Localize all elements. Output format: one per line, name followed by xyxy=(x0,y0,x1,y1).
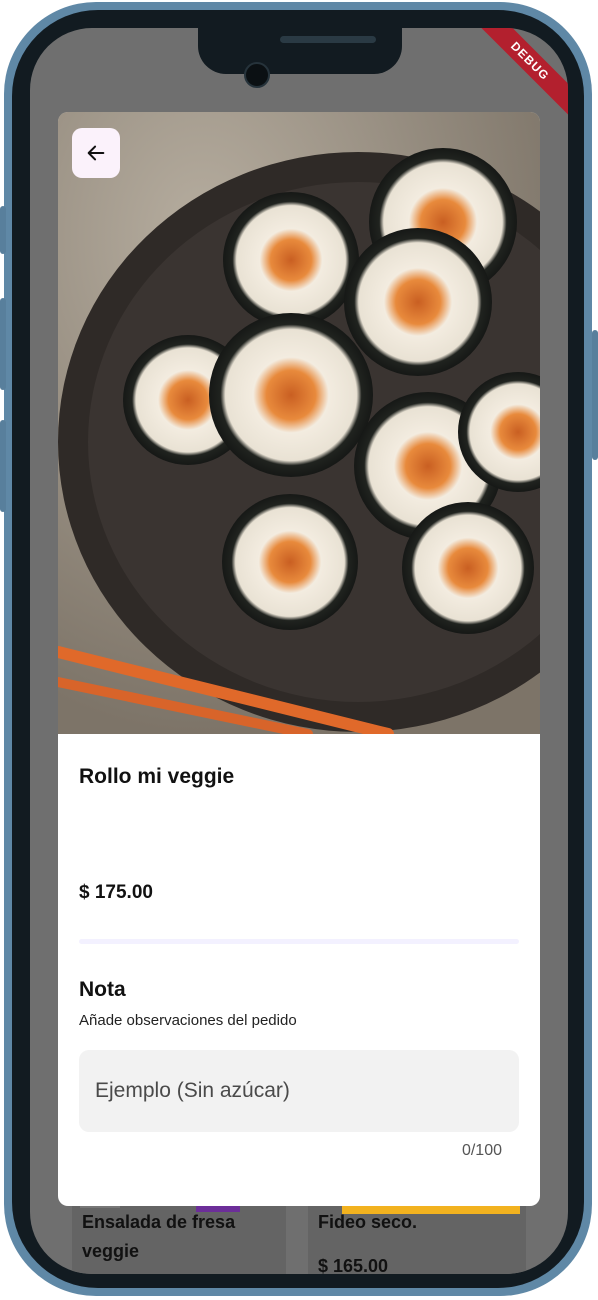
arrow-left-icon xyxy=(87,145,105,161)
product-name: Rollo mi veggie xyxy=(79,765,235,788)
product-price: $ 175.00 xyxy=(79,882,153,903)
note-title: Nota xyxy=(79,978,126,1001)
volume-down-button xyxy=(0,420,6,512)
note-subtitle: Añade observaciones del pedido xyxy=(79,1012,297,1029)
menu-item-card[interactable]: Ensalada de fresa veggie xyxy=(72,1202,286,1274)
menu-item-name: Ensalada de fresa veggie xyxy=(82,1212,236,1261)
front-camera xyxy=(244,62,270,88)
sushi-rolls-photo xyxy=(58,112,540,734)
phone-notch xyxy=(198,28,402,74)
sushi-illustration xyxy=(58,112,540,734)
app-screen: Ensalada de fresa veggie Fideo seco. $ 1… xyxy=(30,28,568,1274)
note-input[interactable] xyxy=(79,1050,519,1132)
character-counter: 0/100 xyxy=(461,1142,502,1159)
earpiece-speaker xyxy=(280,36,376,43)
product-detail-dialog: Rollo mi veggie $ 175.00 Nota Añade obse… xyxy=(58,112,540,1206)
section-divider xyxy=(79,939,519,944)
volume-up-button xyxy=(0,298,6,390)
menu-item-price: $ 165.00 xyxy=(318,1256,389,1274)
back-button[interactable] xyxy=(72,128,120,178)
mute-switch xyxy=(0,206,6,254)
power-button xyxy=(592,330,598,460)
